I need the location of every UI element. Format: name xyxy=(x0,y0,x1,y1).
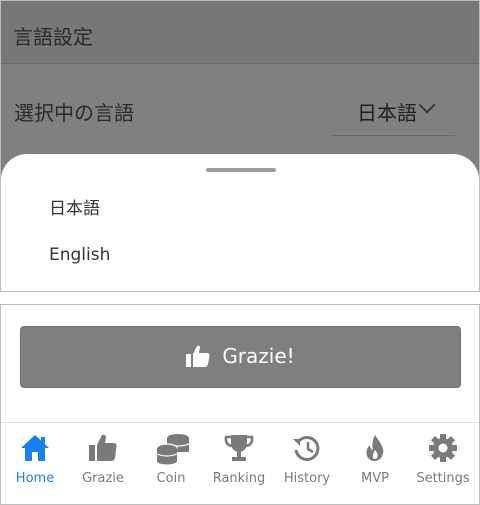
tab-coin[interactable]: Coin xyxy=(137,423,205,505)
grazie-button[interactable]: Grazie! xyxy=(20,326,461,388)
language-settings-screen: 言語設定 選択中の言語 日本語 日本語 English xyxy=(0,0,480,292)
sheet-drag-handle[interactable] xyxy=(206,168,276,172)
page-title: 言語設定 xyxy=(13,25,93,49)
trophy-icon xyxy=(224,435,254,461)
tab-history[interactable]: History xyxy=(273,423,341,505)
tab-mvp[interactable]: MVP xyxy=(341,423,409,505)
chevron-down-icon xyxy=(418,96,436,114)
header-bar: 言語設定 xyxy=(1,1,479,64)
thumbs-up-icon xyxy=(186,345,210,367)
tab-grazie[interactable]: Grazie xyxy=(69,423,137,505)
language-bottom-sheet: 日本語 English xyxy=(1,154,479,291)
tab-settings[interactable]: Settings xyxy=(409,423,477,505)
home-screen: Grazie! Home Grazie Coin Ranking History… xyxy=(0,304,480,505)
language-option-japanese[interactable]: 日本語 xyxy=(49,194,100,219)
current-language-label: 選択中の言語 xyxy=(14,101,134,125)
language-select[interactable]: 日本語 xyxy=(331,93,455,136)
tab-ranking[interactable]: Ranking xyxy=(205,423,273,505)
flame-icon xyxy=(366,435,384,461)
grazie-button-label: Grazie! xyxy=(222,344,295,368)
history-icon xyxy=(293,435,320,461)
language-select-value: 日本語 xyxy=(357,101,417,125)
tab-home[interactable]: Home xyxy=(1,423,69,505)
home-icon xyxy=(21,435,49,461)
grazie-button-content: Grazie! xyxy=(21,344,460,368)
coins-icon xyxy=(156,434,190,465)
tab-label-settings: Settings xyxy=(416,471,470,486)
thumbs-up-icon xyxy=(89,434,117,461)
language-option-english[interactable]: English xyxy=(49,245,110,265)
bottom-tab-bar: Home Grazie Coin Ranking History MVP Set… xyxy=(1,422,479,505)
gear-icon xyxy=(429,434,457,462)
